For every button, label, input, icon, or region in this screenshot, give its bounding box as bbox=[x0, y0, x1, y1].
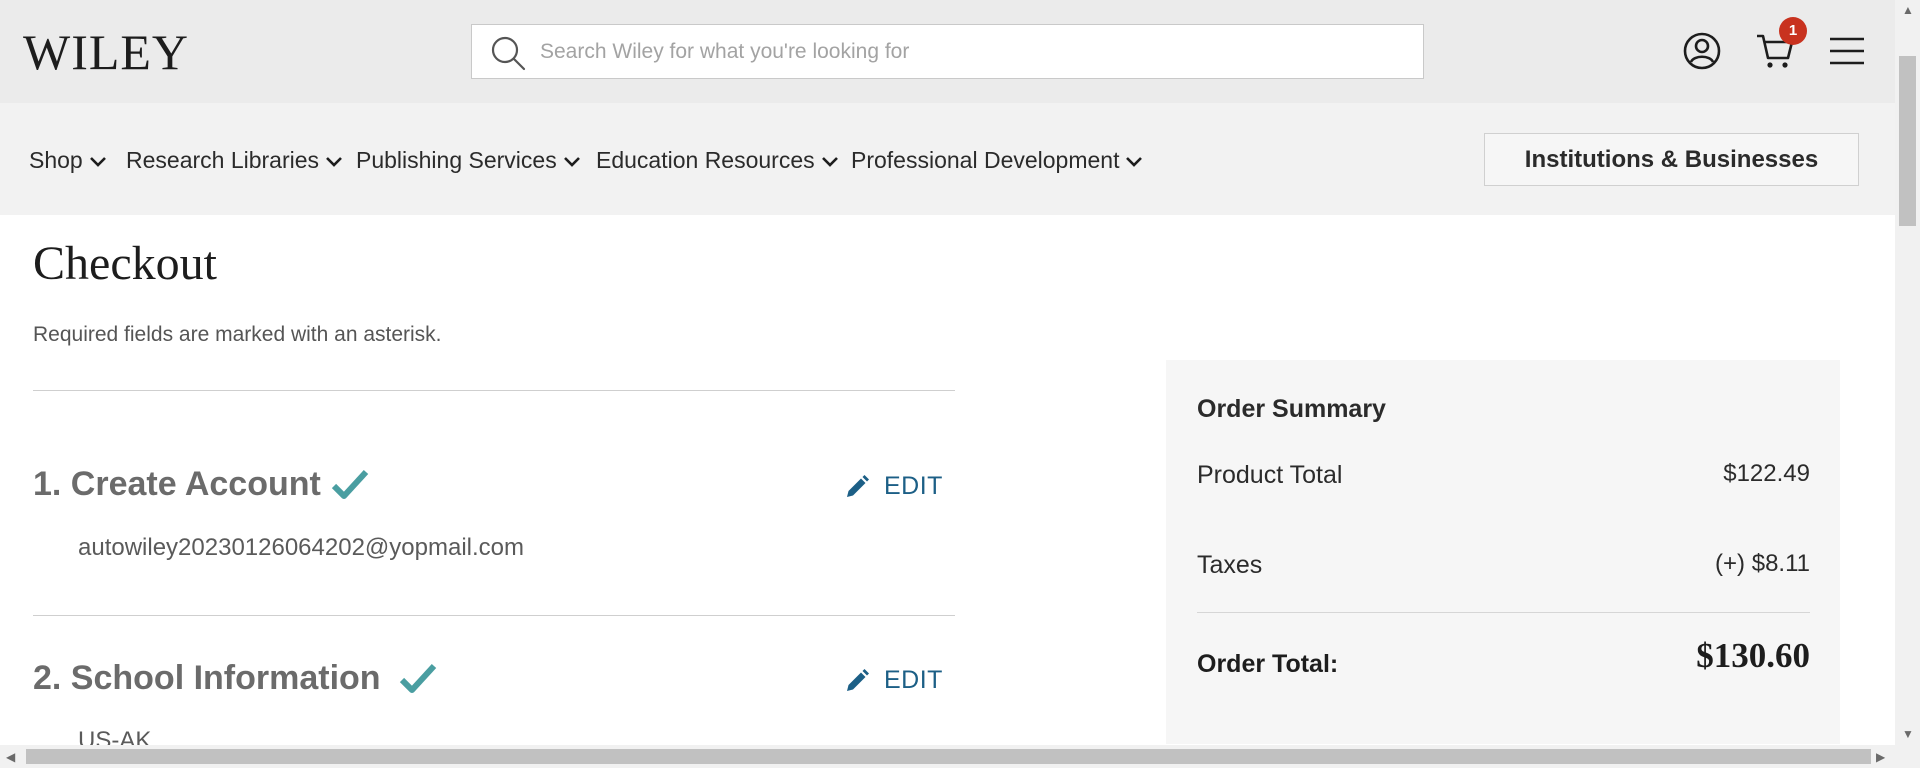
product-total-value: $122.49 bbox=[1723, 460, 1810, 487]
nav-item-professional-development[interactable]: Professional Development bbox=[851, 147, 1143, 174]
chevron-down-icon bbox=[821, 157, 838, 167]
chevron-down-icon bbox=[563, 157, 580, 167]
product-total-label: Product Total bbox=[1197, 461, 1343, 489]
vertical-scroll-thumb[interactable] bbox=[1899, 56, 1916, 226]
scroll-left-arrow-icon[interactable]: ◀ bbox=[6, 751, 15, 763]
search-box[interactable] bbox=[471, 24, 1424, 79]
nav-item-education-resources[interactable]: Education Resources bbox=[596, 147, 839, 174]
taxes-value: (+) $8.11 bbox=[1715, 550, 1810, 577]
logo-text: WILEY bbox=[23, 24, 190, 80]
edit-school-information-button[interactable]: EDIT bbox=[844, 666, 943, 695]
checkmark-icon bbox=[399, 663, 437, 693]
search-icon[interactable] bbox=[490, 35, 526, 71]
vertical-scrollbar[interactable]: ▲ ▼ bbox=[1895, 0, 1920, 745]
order-total-value: $130.60 bbox=[1696, 636, 1810, 675]
chevron-down-icon bbox=[89, 157, 106, 167]
horizontal-scrollbar[interactable]: ◀ ▶ bbox=[0, 745, 1920, 768]
account-email: autowiley20230126064202@yopmail.com bbox=[78, 534, 524, 561]
account-icon[interactable] bbox=[1681, 30, 1723, 72]
checkmark-icon bbox=[331, 469, 369, 499]
taxes-label: Taxes bbox=[1197, 551, 1263, 579]
section-divider bbox=[33, 615, 955, 616]
edit-label: EDIT bbox=[884, 472, 943, 500]
summary-divider bbox=[1197, 612, 1810, 613]
nav-item-label: Education Resources bbox=[596, 147, 815, 173]
chevron-down-icon bbox=[1126, 157, 1143, 167]
menu-icon[interactable] bbox=[1826, 30, 1868, 72]
search-input[interactable] bbox=[538, 31, 1402, 73]
chevron-down-icon bbox=[326, 157, 342, 167]
horizontal-scroll-thumb[interactable] bbox=[26, 749, 1871, 764]
nav-item-label: Shop bbox=[29, 147, 83, 173]
pencil-icon bbox=[847, 668, 869, 691]
page-title: Checkout bbox=[33, 237, 217, 290]
wiley-logo[interactable]: WILEY bbox=[23, 24, 189, 81]
nav-item-label: Publishing Services bbox=[356, 147, 557, 173]
scroll-right-arrow-icon[interactable]: ▶ bbox=[1876, 751, 1885, 763]
nav-item-publishing-services[interactable]: Publishing Services bbox=[356, 147, 581, 174]
scroll-up-arrow-icon[interactable]: ▲ bbox=[1902, 4, 1914, 16]
edit-create-account-button[interactable]: EDIT bbox=[844, 472, 943, 501]
step-create-account-title: 1. Create Account bbox=[33, 465, 321, 503]
nav-item-research-libraries[interactable]: Research Libraries bbox=[126, 147, 343, 174]
nav-item-label: Research Libraries bbox=[126, 147, 320, 173]
section-divider bbox=[33, 390, 955, 391]
step-school-information-title: 2. School Information bbox=[33, 659, 381, 697]
edit-label: EDIT bbox=[884, 666, 943, 694]
nav-item-label: Professional Development bbox=[851, 147, 1120, 173]
order-summary-title: Order Summary bbox=[1197, 395, 1386, 423]
top-header: WILEY 1 bbox=[0, 0, 1895, 103]
order-summary-panel: Order Summary Product Total $122.49 Taxe… bbox=[1166, 360, 1840, 744]
institutions-businesses-button[interactable]: Institutions & Businesses bbox=[1484, 133, 1859, 186]
scroll-down-arrow-icon[interactable]: ▼ bbox=[1902, 728, 1914, 740]
pencil-icon bbox=[847, 474, 869, 497]
nav-item-shop[interactable]: Shop bbox=[29, 147, 107, 174]
order-total-label: Order Total: bbox=[1197, 650, 1339, 678]
required-fields-note: Required fields are marked with an aster… bbox=[33, 323, 442, 346]
cart-count-badge: 1 bbox=[1779, 17, 1807, 45]
main-nav: Shop Research Libraries Publishing Servi… bbox=[0, 103, 1895, 215]
